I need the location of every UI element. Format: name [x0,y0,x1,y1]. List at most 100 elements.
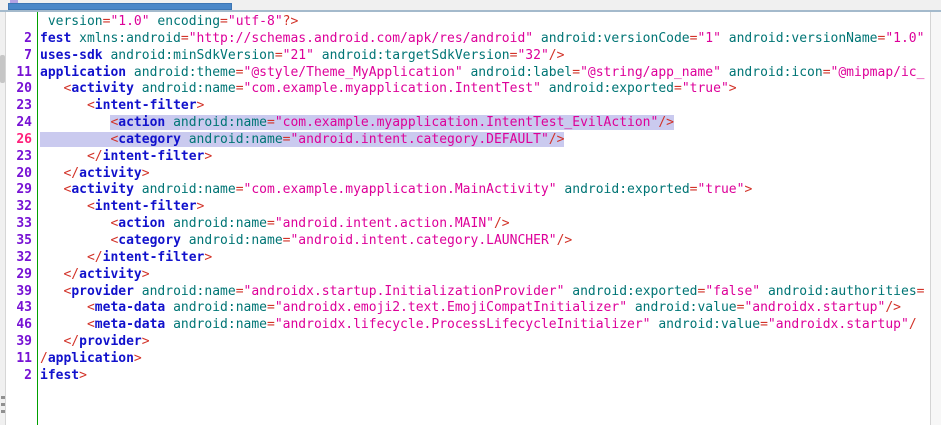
code-row[interactable]: 2fest xmlns:android="http://schemas.andr… [6,31,930,48]
code-line[interactable]: <activity android:name="com.example.myap… [37,182,752,199]
code-line[interactable]: uses-sdk android:minSdkVersion="21" andr… [37,48,564,65]
code-token [40,300,87,315]
code-token: android:exported [572,284,697,299]
code-token: </ [87,250,103,265]
code-row[interactable]: 39 </provider> [6,334,930,351]
code-token: > [142,267,150,282]
code-row[interactable]: 11application android:theme="@style/Them… [6,65,930,82]
code-token: "false" [705,284,760,299]
code-row[interactable]: 26 <category android:name="android.inten… [6,132,930,149]
code-line[interactable]: version="1.0" encoding="utf-8"?> [37,14,298,31]
code-line[interactable]: <meta-data android:name="androidx.emoji2… [37,300,901,317]
code-row[interactable]: 39 <provider android:name="androidx.star… [6,284,930,301]
drag-handle-dots[interactable] [1,396,5,417]
horizontal-scrollbar-thumb[interactable] [8,3,232,10]
horizontal-scrollbar[interactable] [0,0,941,12]
code-row[interactable]: 20 <activity android:name="com.example.m… [6,81,930,98]
code-line[interactable]: application android:theme="@style/Theme_… [37,65,924,82]
line-number [6,14,37,31]
code-token: "androidx.lifecycle.ProcessLifecycleInit… [275,317,651,332]
code-token: > [197,199,205,214]
code-row[interactable]: 24 <action android:name="com.example.mya… [6,115,930,132]
code-row[interactable]: 43 <meta-data android:name="androidx.emo… [6,300,930,317]
code-token: application [48,351,134,366]
code-token: "http://schemas.android.com/apk/res/andr… [189,31,533,46]
code-line[interactable]: <meta-data android:name="androidx.lifecy… [37,317,917,334]
code-token [134,81,142,96]
xml-editor-window: version="1.0" encoding="utf-8"?>2fest xm… [0,0,941,425]
code-row[interactable]: version="1.0" encoding="utf-8"?> [6,14,930,31]
code-token: = [267,115,275,130]
code-token: "1" [697,31,720,46]
code-token: activity [79,166,142,181]
code-token: version [48,14,103,29]
code-token: /> [549,48,565,63]
code-line[interactable]: <activity android:name="com.example.myap… [37,81,737,98]
code-token: android:theme [134,65,236,80]
code-line[interactable]: <action android:name="com.example.myappl… [37,115,674,132]
code-token [40,166,63,181]
code-token: "androidx.startup" [768,317,909,332]
code-line[interactable]: ifest> [37,368,87,385]
code-row[interactable]: 7uses-sdk android:minSdkVersion="21" and… [6,48,930,65]
code-row[interactable]: 46 <meta-data android:name="androidx.lif… [6,317,930,334]
code-token: "com.example.myapplication.MainActivity" [244,182,557,197]
code-token: android:exported [564,182,689,197]
code-row[interactable]: 11/application> [6,351,930,368]
code-line[interactable]: </intent-filter> [37,149,212,166]
vertical-scrollbar[interactable] [930,12,941,425]
code-token: > [79,368,87,383]
code-row[interactable]: 29 <activity android:name="com.example.m… [6,182,930,199]
code-row[interactable]: 32 </intent-filter> [6,250,930,267]
code-token: = [275,48,283,63]
gutter-border [37,12,38,425]
code-token: android:value [635,300,737,315]
code-token [71,31,79,46]
code-line[interactable]: <category android:name="android.intent.c… [37,132,564,149]
code-line[interactable]: </activity> [37,267,150,284]
code-token [40,149,87,164]
code-line[interactable]: <provider android:name="androidx.startup… [37,284,924,301]
code-token: fest [40,31,71,46]
code-row[interactable]: 20 </activity> [6,166,930,183]
code-row[interactable]: 29 </activity> [6,267,930,284]
code-token: action [118,115,165,130]
code-token [40,98,87,113]
code-row[interactable]: 33 <action android:name="android.intent.… [6,216,930,233]
code-line[interactable]: fest xmlns:android="http://schemas.andro… [37,31,924,48]
code-editor[interactable]: version="1.0" encoding="utf-8"?>2fest xm… [6,12,930,425]
line-number: 11 [6,65,37,82]
code-line[interactable]: <category android:name="android.intent.c… [37,233,572,250]
code-token: provider [71,284,134,299]
code-token: "true" [682,81,729,96]
code-token [40,132,110,147]
code-line[interactable]: /application> [37,351,142,368]
code-token: > [729,81,737,96]
code-line[interactable]: </intent-filter> [37,250,212,267]
code-row[interactable]: 23 </intent-filter> [6,149,930,166]
code-token: "1.0" [885,31,924,46]
code-row[interactable]: 2ifest> [6,368,930,385]
code-line[interactable]: <intent-filter> [37,98,204,115]
code-token: = [181,31,189,46]
code-token: meta-data [95,317,165,332]
code-token: android:targetSdkVersion [322,48,510,63]
code-row[interactable]: 23 <intent-filter> [6,98,930,115]
code-row[interactable]: 32 <intent-filter> [6,199,930,216]
line-number: 2 [6,31,37,48]
code-token: android:name [189,233,283,248]
code-token: android:authorities [768,284,917,299]
code-token: > [204,149,212,164]
code-line[interactable]: </activity> [37,166,150,183]
code-row[interactable]: 35 <category android:name="android.inten… [6,233,930,250]
fold-marker [0,55,5,83]
code-token: = [267,317,275,332]
line-number: 7 [6,48,37,65]
code-token: category [118,233,181,248]
code-token: intent-filter [103,250,205,265]
code-line[interactable]: <intent-filter> [37,199,204,216]
code-token: "com.example.myapplication.IntentTest_Ev… [275,115,659,130]
code-line[interactable]: </provider> [37,334,150,351]
code-line[interactable]: <action android:name="android.intent.act… [37,216,510,233]
code-token: > [744,182,752,197]
